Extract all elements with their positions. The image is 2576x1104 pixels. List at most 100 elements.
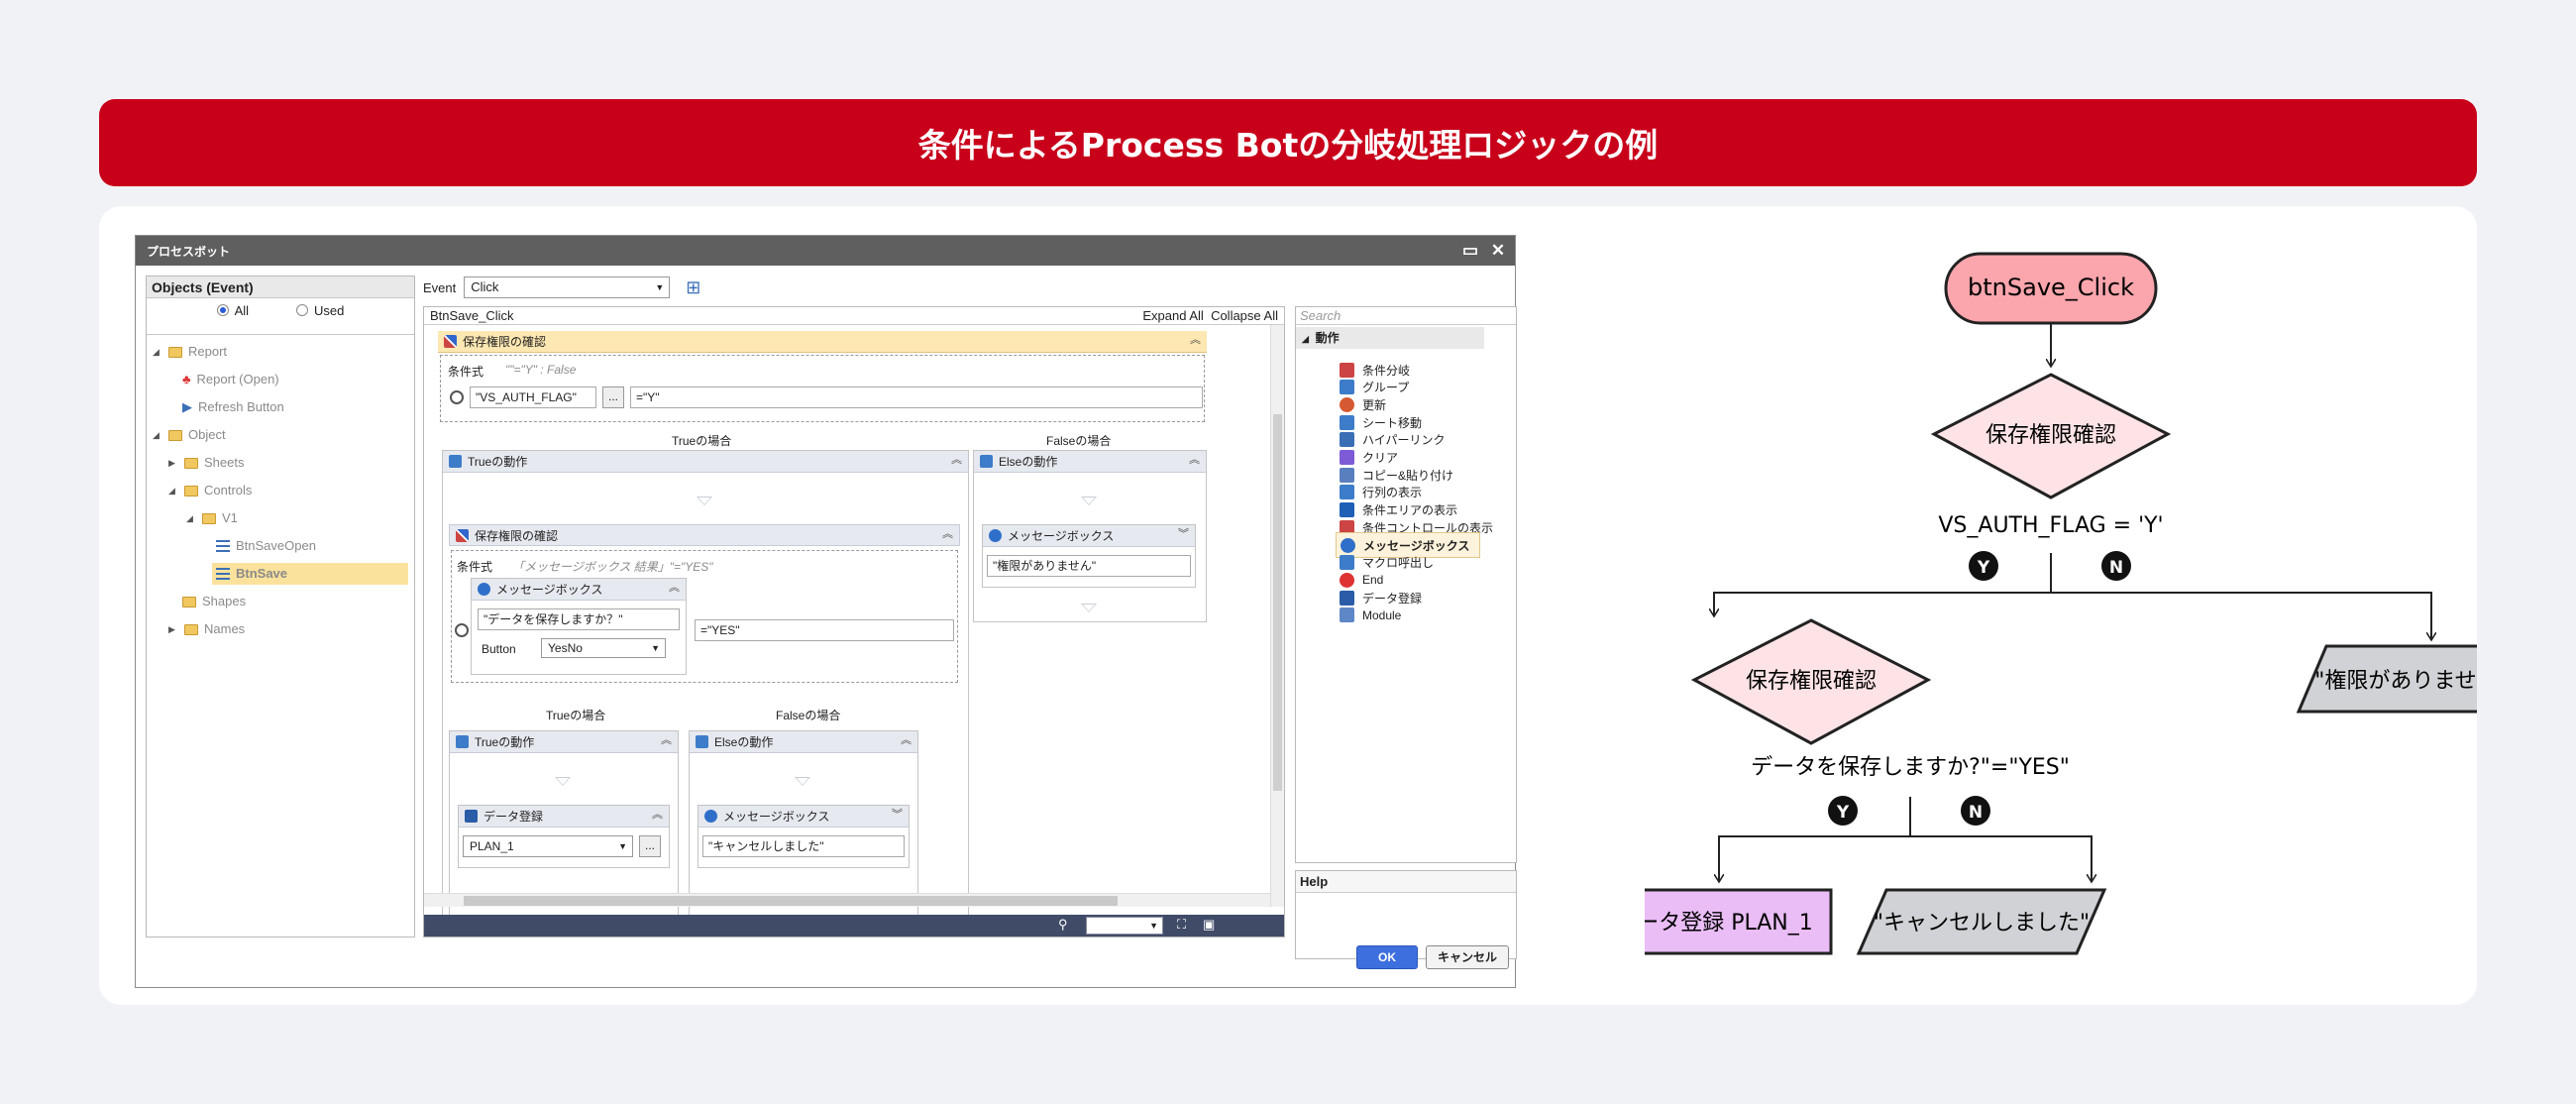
auth-flag-field[interactable]: "VS_AUTH_FLAG" xyxy=(470,386,596,408)
expand-all-link[interactable]: Expand All xyxy=(1142,308,1203,323)
tree-label: Object xyxy=(188,427,226,442)
tree-node-names[interactable]: ▶ Names xyxy=(168,618,245,640)
tree-node-btnsaveopen[interactable]: BtnSaveOpen xyxy=(216,535,316,557)
collapse-icon[interactable]: ︽ xyxy=(901,731,912,747)
actual-size-icon[interactable]: ▣ xyxy=(1203,917,1215,933)
true-case-label: Trueの場合 xyxy=(672,434,732,448)
cancel-msgbox-header[interactable]: メッセージボックス ︾ xyxy=(698,806,909,828)
gear-icon[interactable] xyxy=(455,623,469,637)
else-branch-block: Elseの動作 ︽ メッセージボックス ︾ "権限がありません" xyxy=(973,450,1207,622)
tree-node-report-open[interactable]: ♣ Report (Open) xyxy=(182,369,279,390)
else-action-header[interactable]: Elseの動作 ︽ xyxy=(974,451,1206,473)
message-text-field[interactable]: "データを保存しますか？" xyxy=(478,608,680,630)
no-auth-message-field[interactable]: "権限がありません" xyxy=(987,555,1191,577)
condition-value-field[interactable]: ="Y" xyxy=(630,386,1203,408)
data-reg-select[interactable]: PLAN_1 ▼ xyxy=(463,835,633,857)
vertical-scrollbar[interactable] xyxy=(1270,325,1284,907)
collapse-icon[interactable]: ︽ xyxy=(652,806,663,822)
collapse-icon[interactable]: ︽ xyxy=(669,579,680,595)
result-value-field[interactable]: ="YES" xyxy=(695,619,954,641)
tree-node-controls[interactable]: ◢ Controls xyxy=(168,480,252,501)
close-icon[interactable]: ✕ xyxy=(1487,240,1509,262)
inner-true-case-label: Trueの場合 xyxy=(546,709,606,722)
branch-icon xyxy=(444,335,457,348)
else-msgbox-block: メッセージボックス ︾ "権限がありません" xyxy=(982,524,1196,588)
event-select[interactable]: Click ▼ xyxy=(464,276,671,298)
collapse-icon[interactable]: ︽ xyxy=(942,525,953,541)
radio-used[interactable]: Used xyxy=(296,303,344,318)
inner-true-action-header[interactable]: Trueの動作 ︽ xyxy=(450,731,678,753)
connector-line xyxy=(1719,797,1911,882)
flowchart-diagram: btnSave_Click 保存権限確認 VS_AUTH_FLAG = 'Y' … xyxy=(1645,252,2477,955)
ok-button[interactable]: OK xyxy=(1356,945,1418,969)
tree-label: Sheets xyxy=(204,455,245,470)
expanded-icon: ◢ xyxy=(153,347,160,357)
scroll-thumb[interactable] xyxy=(1273,414,1282,791)
decision-1-label: 保存権限確認 xyxy=(1986,423,2116,448)
tree-label: BtnSaveOpen xyxy=(236,538,316,553)
button-type-select[interactable]: YesNo ▼ xyxy=(541,638,666,658)
collapse-icon[interactable]: ︽ xyxy=(1189,451,1200,467)
block-title: Trueの動作 xyxy=(475,735,535,749)
inner-else-action-header[interactable]: Elseの動作 ︽ xyxy=(690,731,917,753)
tree-node-shapes[interactable]: Shapes xyxy=(182,591,246,612)
block-title: 保存権限の確認 xyxy=(463,335,547,349)
zoom-select[interactable]: ▼ xyxy=(1086,917,1163,935)
true-action-header[interactable]: Trueの動作 ︽ xyxy=(443,451,968,473)
zoom-bar: ⚲ ▼ ⛶ ▣ xyxy=(424,915,1284,937)
msgbox-header[interactable]: メッセージボックス ︽ xyxy=(472,579,686,601)
action-item[interactable]: Module xyxy=(1340,603,1401,628)
block-title: Elseの動作 xyxy=(714,735,774,749)
start-label: btnSave_Click xyxy=(1968,274,2134,301)
radio-selected-icon xyxy=(216,304,229,316)
data-reg-header[interactable]: データ登録 ︽ xyxy=(459,806,669,828)
collapse-icon[interactable]: ︽ xyxy=(1190,331,1201,347)
action-label: Module xyxy=(1362,607,1402,622)
inner-condition-header[interactable]: 保存権限の確認 ︽ xyxy=(449,524,960,546)
tree-node-object[interactable]: ◢ Object xyxy=(153,424,226,446)
tree-node-sheets[interactable]: ▶ Sheets xyxy=(168,452,244,474)
connector-line xyxy=(1910,835,2092,882)
expanded-icon: ◢ xyxy=(186,513,193,523)
expand-icon[interactable]: ︾ xyxy=(892,806,903,822)
help-header: Help xyxy=(1296,871,1516,893)
yes-badge-label: Y xyxy=(1977,558,1990,578)
radio-unselected-icon xyxy=(296,304,309,316)
window-titlebar: プロセスボット ▭ ✕ xyxy=(136,236,1515,266)
actions-header[interactable]: ◢ 動作 xyxy=(1296,327,1484,349)
zoom-icon[interactable]: ⚲ xyxy=(1058,917,1068,933)
scroll-thumb[interactable] xyxy=(464,896,1118,906)
collapse-icon[interactable]: ︽ xyxy=(951,451,962,467)
browse-button[interactable]: ... xyxy=(602,386,624,408)
folder-icon xyxy=(202,512,216,524)
outer-condition-header[interactable]: 保存権限の確認 ︽ xyxy=(438,331,1207,353)
expand-icon[interactable]: ︾ xyxy=(1178,525,1189,541)
folder-icon xyxy=(184,623,198,635)
arrow-down-icon xyxy=(555,777,571,786)
browse-button[interactable]: ... xyxy=(639,835,661,857)
radio-all[interactable]: All xyxy=(216,303,249,318)
search-input[interactable]: Search xyxy=(1296,307,1516,325)
tree-node-report[interactable]: ◢ Report xyxy=(153,341,227,363)
collapse-all-link[interactable]: Collapse All xyxy=(1211,308,1278,323)
flowchart-icon[interactable]: ⊞ xyxy=(686,277,700,298)
chevron-down-icon: ▼ xyxy=(655,282,665,292)
actions-pane: Search ◢ 動作 条件分岐 グループ 更新 シート移動 ハイパーリンク クリア コピー… xyxy=(1295,306,1517,863)
cancel-button[interactable]: キャンセル xyxy=(1426,945,1509,969)
tree-node-btnsave[interactable]: BtnSave xyxy=(212,563,408,585)
cancel-message-field[interactable]: "キャンセルしました" xyxy=(702,835,905,857)
arrow-down-icon xyxy=(795,777,810,786)
tree-node-refresh-button[interactable]: ▶ Refresh Button xyxy=(182,396,284,418)
horizontal-scrollbar[interactable] xyxy=(424,893,1270,907)
maximize-icon[interactable]: ▭ xyxy=(1459,240,1481,262)
control-icon xyxy=(216,568,230,580)
event-icon: ♣ xyxy=(182,372,191,386)
else-msgbox-header[interactable]: メッセージボックス ︾ xyxy=(983,525,1195,547)
collapse-icon[interactable]: ︽ xyxy=(661,731,672,747)
message-icon xyxy=(704,810,717,823)
msgbox-block: メッセージボックス ︽ "データを保存しますか？" Button YesNo ▼ xyxy=(471,578,687,675)
gear-icon[interactable] xyxy=(450,390,464,404)
arrow-down-icon xyxy=(1081,497,1097,505)
fit-icon[interactable]: ⛶ xyxy=(1177,917,1186,933)
tree-node-v1[interactable]: ◢ V1 xyxy=(186,507,238,529)
